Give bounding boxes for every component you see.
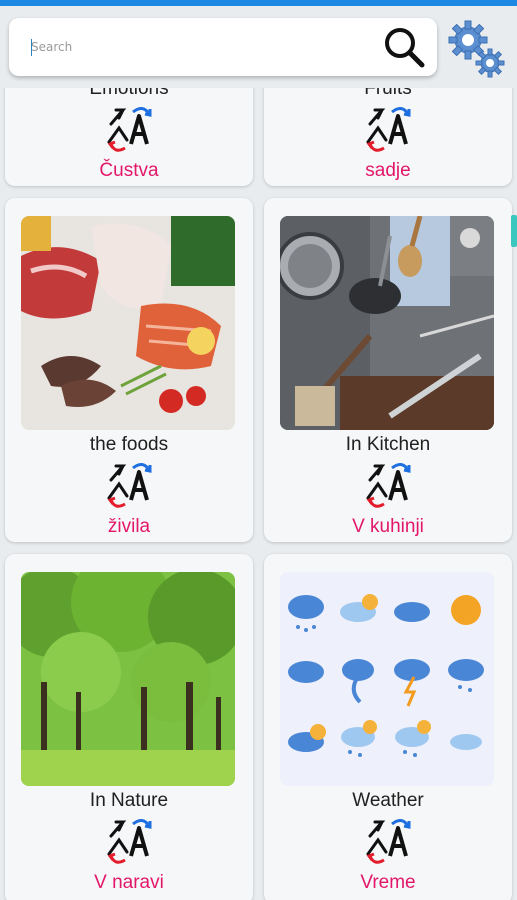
category-label-en: Weather: [352, 790, 424, 811]
translate-logo-icon: [366, 107, 411, 152]
category-card-emotions[interactable]: Emotions Čustva: [5, 88, 253, 186]
category-image: [21, 216, 235, 430]
category-label-sl: sadje: [365, 160, 411, 181]
category-card-weather[interactable]: Weather Vreme: [264, 554, 512, 900]
top-bar: [0, 6, 517, 88]
translate-logo-icon: [107, 107, 152, 152]
search-box[interactable]: [9, 18, 437, 76]
category-label-sl: V naravi: [94, 872, 164, 893]
category-label-en: Fruits: [364, 88, 412, 99]
category-label-en: In Nature: [89, 790, 169, 811]
category-card-kitchen[interactable]: In Kitchen V kuhinji: [264, 198, 512, 542]
gear-icon[interactable]: [446, 18, 508, 80]
category-label-en: Emotions: [89, 88, 169, 99]
category-label-sl: Vreme: [360, 872, 416, 893]
category-label-en: the foods: [89, 434, 169, 455]
category-label-sl: V kuhinji: [352, 516, 424, 537]
translate-logo-icon: [107, 463, 152, 508]
category-card-fruits[interactable]: Fruits sadje: [264, 88, 512, 186]
scrollbar-thumb[interactable]: [511, 215, 517, 247]
category-card-foods[interactable]: the foods živila: [5, 198, 253, 542]
category-image: [21, 572, 235, 786]
translate-logo-icon: [366, 819, 411, 864]
search-input[interactable]: [31, 32, 371, 62]
category-label-en: In Kitchen: [345, 434, 431, 455]
category-card-nature[interactable]: In Nature V naravi: [5, 554, 253, 900]
category-image: [280, 216, 494, 430]
category-image: [280, 572, 494, 786]
search-icon[interactable]: [381, 24, 427, 70]
translate-logo-icon: [366, 463, 411, 508]
translate-logo-icon: [107, 819, 152, 864]
category-grid: Emotions Čustva Fruits sadje the foods ž…: [0, 88, 517, 900]
category-label-sl: Čustva: [99, 160, 159, 181]
category-label-sl: živila: [107, 516, 151, 537]
